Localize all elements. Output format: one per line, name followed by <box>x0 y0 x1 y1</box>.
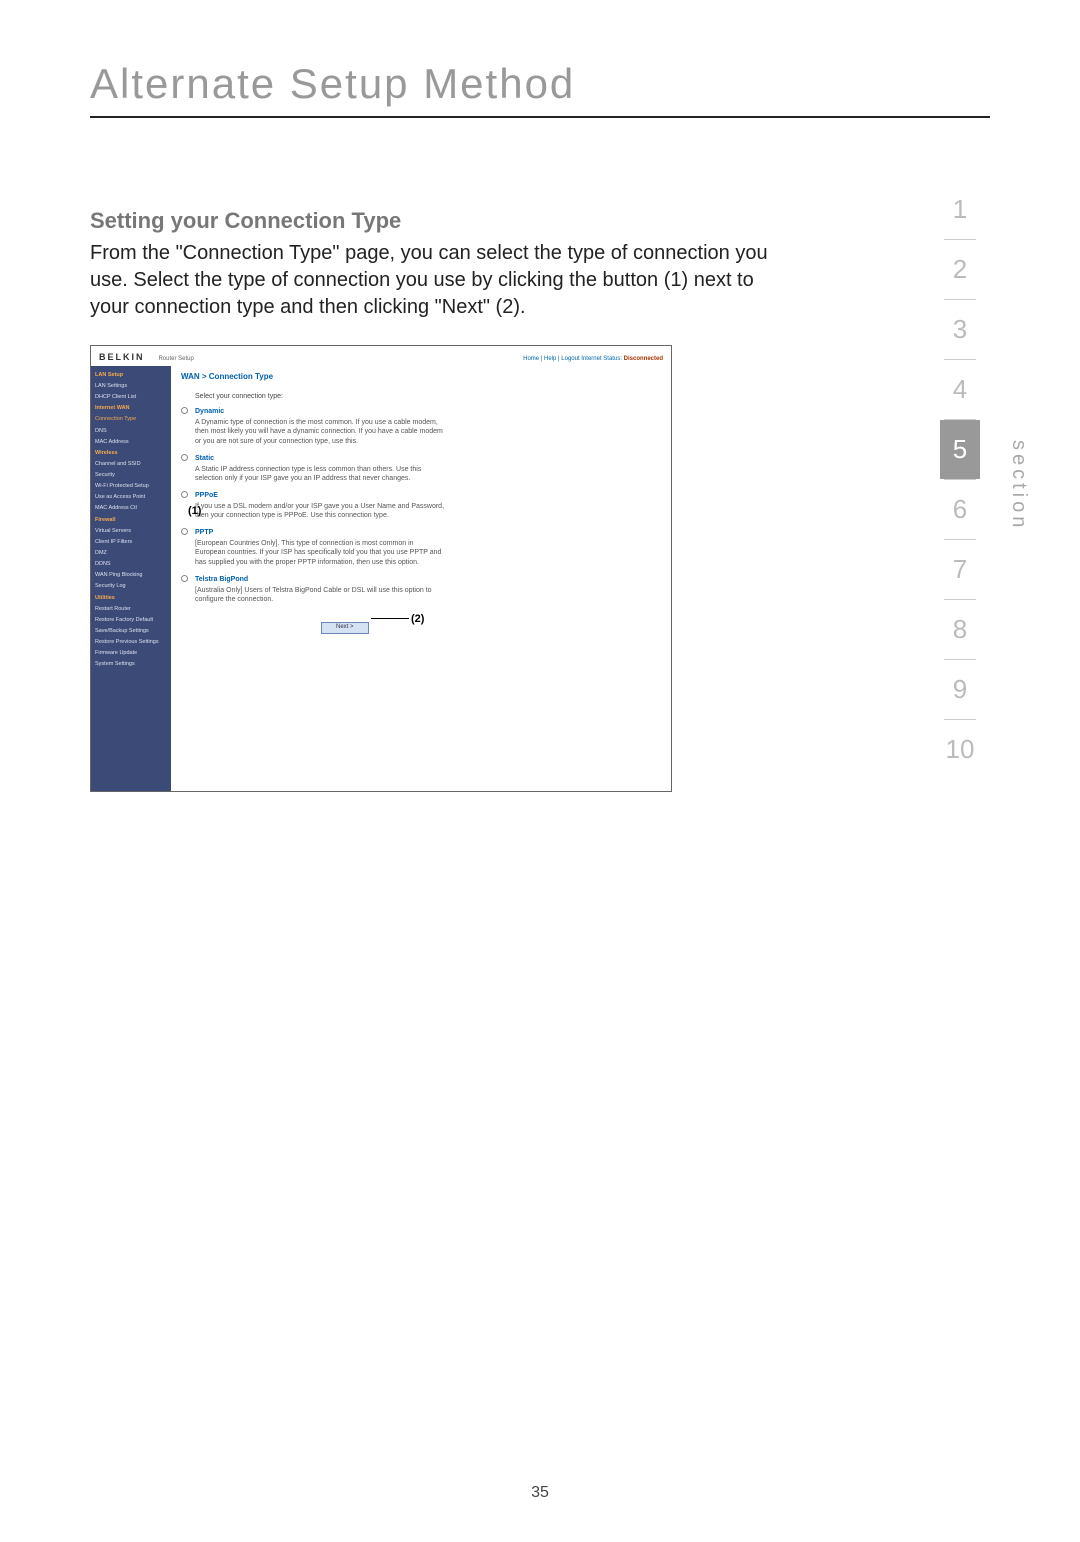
section-nav-7[interactable]: 7 <box>940 540 980 599</box>
section-nav-5[interactable]: 5 <box>940 420 980 479</box>
sidebar-item[interactable]: DNS <box>95 426 167 437</box>
title-rule <box>90 116 990 118</box>
sidebar-item[interactable]: Firmware Update <box>95 648 167 659</box>
option-label: PPPoE <box>195 491 661 500</box>
section-nav-4[interactable]: 4 <box>940 360 980 419</box>
option-label: Static <box>195 454 661 463</box>
ss-brand-sub: Router Setup <box>158 356 193 362</box>
next-button[interactable]: Next > <box>321 622 369 634</box>
callout-1: (1) <box>188 505 201 517</box>
page-number: 35 <box>0 1484 1080 1502</box>
sidebar-item[interactable]: Wi-Fi Protected Setup <box>95 481 167 492</box>
section-nav-10[interactable]: 10 <box>940 720 980 779</box>
callout-2-line <box>371 618 409 619</box>
option-desc: [Australia Only] Users of Telstra BigPon… <box>195 586 445 604</box>
sidebar-item[interactable]: Virtual Servers <box>95 526 167 537</box>
ss-header: BELKIN Router Setup Home | Help | Logout… <box>91 346 671 366</box>
connection-option: PPPoE If you use a DSL modem and/or your … <box>195 491 661 520</box>
page-title: Alternate Setup Method <box>90 60 990 108</box>
section-nav-6[interactable]: 6 <box>940 480 980 539</box>
ss-header-links[interactable]: Home | Help | Logout Internet Status: <box>523 356 622 362</box>
radio-button[interactable] <box>181 454 188 461</box>
option-desc: A Dynamic type of connection is the most… <box>195 418 445 445</box>
sidebar-category: Internet WAN <box>95 403 167 414</box>
sidebar-item[interactable]: Save/Backup Settings <box>95 626 167 637</box>
section-nav-8[interactable]: 8 <box>940 600 980 659</box>
section-subhead: Setting your Connection Type <box>90 208 790 234</box>
option-desc: If you use a DSL modem and/or your ISP g… <box>195 502 445 520</box>
router-screenshot: BELKIN Router Setup Home | Help | Logout… <box>90 345 672 792</box>
ss-sidebar: LAN SetupLAN SettingsDHCP Client ListInt… <box>91 366 171 791</box>
sidebar-item[interactable]: DDNS <box>95 559 167 570</box>
option-label: Dynamic <box>195 407 661 416</box>
radio-button[interactable] <box>181 575 188 582</box>
ss-main: WAN > Connection Type Select your connec… <box>171 366 671 791</box>
section-nav-1[interactable]: 1 <box>940 180 980 239</box>
ss-instruction: Select your connection type: <box>195 392 661 401</box>
ss-breadcrumb: WAN > Connection Type <box>181 372 661 382</box>
section-label: section <box>1007 440 1030 531</box>
option-label: Telstra BigPond <box>195 575 661 584</box>
ss-brand: BELKIN <box>99 352 145 362</box>
sidebar-item[interactable]: DMZ <box>95 548 167 559</box>
connection-option: PPTP [European Countries Only]. This type… <box>195 528 661 566</box>
connection-option: Static A Static IP address connection typ… <box>195 454 661 483</box>
sidebar-item[interactable]: Restart Router <box>95 604 167 615</box>
callout-2: (2) <box>411 612 424 626</box>
sidebar-item[interactable]: Channel and SSID <box>95 459 167 470</box>
sidebar-category: LAN Setup <box>95 370 167 381</box>
radio-button[interactable] <box>181 491 188 498</box>
sidebar-item[interactable]: Restore Previous Settings <box>95 637 167 648</box>
sidebar-item[interactable]: Use as Access Point <box>95 492 167 503</box>
radio-button[interactable] <box>181 528 188 535</box>
section-nav-9[interactable]: 9 <box>940 660 980 719</box>
option-desc: A Static IP address connection type is l… <box>195 465 445 483</box>
sidebar-item[interactable]: MAC Address <box>95 437 167 448</box>
sidebar-item[interactable]: LAN Settings <box>95 381 167 392</box>
sidebar-category: Wireless <box>95 448 167 459</box>
sidebar-item[interactable]: WAN Ping Blocking <box>95 570 167 581</box>
option-desc: [European Countries Only]. This type of … <box>195 539 445 566</box>
sidebar-category: Firewall <box>95 515 167 526</box>
sidebar-item[interactable]: Restore Factory Default <box>95 615 167 626</box>
ss-status: Disconnected <box>624 356 663 362</box>
sidebar-item[interactable]: System Settings <box>95 659 167 670</box>
connection-option: Dynamic A Dynamic type of connection is t… <box>195 407 661 445</box>
sidebar-item[interactable]: Connection Type <box>95 414 167 425</box>
sidebar-item[interactable]: MAC Address Ctl <box>95 503 167 514</box>
radio-button[interactable] <box>181 407 188 414</box>
option-label: PPTP <box>195 528 661 537</box>
ss-header-right: Home | Help | Logout Internet Status: Di… <box>523 356 663 364</box>
sidebar-item[interactable]: Security Log <box>95 581 167 592</box>
sidebar-item[interactable]: DHCP Client List <box>95 392 167 403</box>
section-nav: 12345678910 <box>940 180 980 779</box>
sidebar-category: Utilities <box>95 593 167 604</box>
sidebar-item[interactable]: Client IP Filters <box>95 537 167 548</box>
section-nav-3[interactable]: 3 <box>940 300 980 359</box>
section-nav-2[interactable]: 2 <box>940 240 980 299</box>
connection-option: Telstra BigPond [Australia Only] Users of… <box>195 575 661 604</box>
body-text: From the "Connection Type" page, you can… <box>90 240 790 321</box>
sidebar-item[interactable]: Security <box>95 470 167 481</box>
